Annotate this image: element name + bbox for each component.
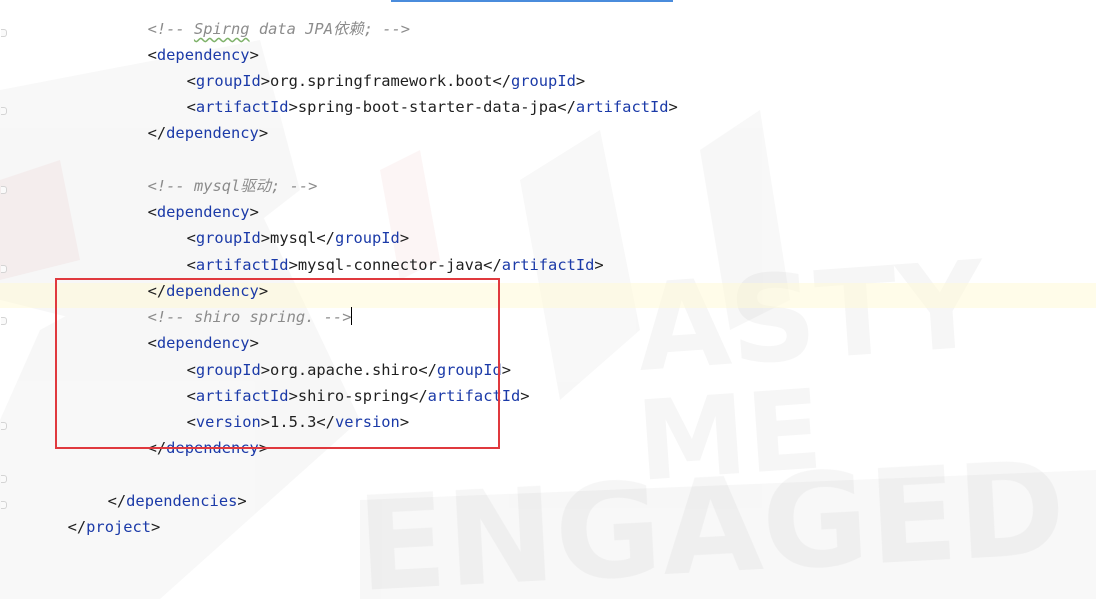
code-editor[interactable]: ASTY ME ENGAGED <!-- Spirng data JPA依赖; …	[0, 0, 1096, 599]
code-line-open-tag: <dependency>	[147, 46, 259, 64]
xml-tag-name: artifactId	[575, 98, 669, 116]
code-line-element: <artifactId>shiro-spring</artifactId>	[186, 387, 530, 405]
code-line-close-tag: </dependency>	[147, 439, 269, 457]
code-line-close-tag: </dependency>	[147, 124, 269, 142]
xml-tag-name: artifactId	[501, 256, 595, 274]
xml-value: spring-boot-starter-data-jpa	[297, 98, 558, 116]
fold-marker-icon[interactable]	[1, 265, 7, 273]
code-line-element: <groupId>org.springframework.boot</group…	[186, 72, 586, 90]
xml-tag-name: artifactId	[427, 387, 521, 405]
xml-value: mysql-connector-java	[297, 256, 484, 274]
code-line-open-tag: <dependency>	[147, 334, 259, 352]
svg-text:ME: ME	[633, 365, 826, 506]
fold-marker-icon[interactable]	[1, 29, 7, 37]
xml-tag-name: dependency	[166, 124, 259, 142]
fold-marker-icon[interactable]	[1, 107, 7, 115]
code-line-comment: <!-- Spirng data JPA依赖; -->	[92, 0, 410, 38]
svg-text:ASTY: ASTY	[632, 236, 991, 399]
xml-tag-name: dependency	[166, 439, 259, 457]
editor-gutter[interactable]	[0, 0, 8, 599]
svg-text:ENGAGED: ENGAGED	[354, 432, 1069, 599]
fold-marker-icon[interactable]	[1, 501, 7, 509]
code-line-element: <groupId>mysql</groupId>	[186, 229, 410, 247]
fold-marker-icon[interactable]	[1, 422, 7, 430]
text-caret	[351, 307, 353, 325]
code-line-element: <artifactId>spring-boot-starter-data-jpa…	[186, 98, 678, 116]
code-line-comment: <!-- mysql驱动; -->	[92, 153, 318, 195]
xml-tag-name: version	[334, 413, 400, 431]
fold-marker-icon[interactable]	[1, 186, 7, 194]
code-line-close-tag: </dependencies>	[107, 492, 247, 510]
fold-marker-icon[interactable]	[1, 317, 7, 325]
xml-value: 1.5.3	[270, 413, 317, 431]
code-line-element: <groupId>org.apache.shiro</groupId>	[186, 361, 512, 379]
code-line-close-tag: </dependency>	[147, 282, 269, 300]
code-line-comment: <!-- shiro spring. -->	[92, 284, 353, 326]
code-line-element: <version>1.5.3</version>	[186, 413, 410, 431]
code-line-close-tag: </project>	[67, 518, 161, 536]
code-line-open-tag: <dependency>	[147, 203, 259, 221]
fold-marker-icon[interactable]	[1, 475, 7, 483]
xml-tag-name: project	[86, 518, 152, 536]
code-line-element: <artifactId>mysql-connector-java</artifa…	[186, 256, 604, 274]
active-tab-indicator	[391, 0, 673, 2]
